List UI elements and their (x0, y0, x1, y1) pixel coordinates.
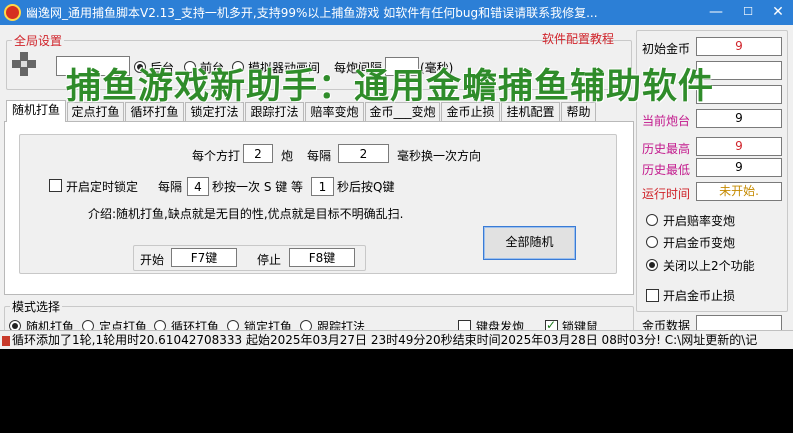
timer-lock-checkbox[interactable] (49, 179, 62, 192)
current-cannon-value: 9 (696, 109, 782, 128)
mode-radio-random[interactable] (9, 320, 21, 330)
s-key-interval-input[interactable]: 4 (187, 177, 209, 196)
all-random-button[interactable]: 全部随机 (483, 226, 576, 260)
mode-select-title: 模式选择 (10, 298, 63, 315)
mode-radio-loop[interactable] (154, 320, 166, 330)
shots-unit-label: 炮 (281, 149, 294, 163)
mode-label-random: 随机打鱼 (26, 320, 75, 330)
tab-random-fishing[interactable]: 随机打鱼 (6, 100, 66, 122)
maximize-button[interactable]: ☐ (733, 0, 763, 25)
lock-input-checkbox[interactable] (545, 318, 558, 330)
minimize-button[interactable]: — (701, 0, 731, 25)
mode-radio-lock[interactable] (227, 320, 239, 330)
title-bar[interactable]: 幽逸网_通用捕鱼脚本V2.13_支持一机多开,支持99%以上捕鱼游戏 如软件有任… (0, 0, 793, 25)
mode-label-track: 跟踪打法 (317, 320, 366, 330)
start-hotkey-field[interactable]: F7键 (171, 248, 237, 267)
mode-radio-track[interactable] (300, 320, 312, 330)
runtime-value: 未开始. (696, 182, 782, 201)
config-tutorial-link[interactable]: 软件配置教程 (542, 30, 614, 47)
every-label: 每隔 (307, 149, 332, 163)
keyboard-cannon-checkbox[interactable] (458, 320, 471, 330)
status-icon (2, 335, 10, 346)
status-bar: 循环添加了1轮,1轮用时20.61042708333 起始2025年03月27日… (0, 330, 793, 349)
press-q-label: 秒后按Q键 (337, 180, 395, 194)
gamepad-icon (12, 52, 36, 76)
mode-label-fixed: 定点打鱼 (99, 320, 148, 330)
main-window: 幽逸网_通用捕鱼脚本V2.13_支持一机多开,支持99%以上捕鱼游戏 如软件有任… (0, 0, 793, 330)
timer-lock-label: 开启定时锁定 (66, 180, 139, 194)
shots-per-direction-input[interactable]: 2 (243, 144, 273, 163)
mode-label-lock: 锁定打鱼 (244, 320, 293, 330)
stop-hotkey-field[interactable]: F8键 (289, 248, 355, 267)
app-logo-icon (4, 4, 21, 21)
random-description: 介绍:随机打鱼,缺点就是无目的性,优点就是目标不明确乱扫. (88, 207, 404, 221)
close-button[interactable]: ✕ (763, 0, 793, 25)
shots-prefix-label: 每个方打 (192, 149, 241, 163)
gold-stoploss-label: 开启金币止损 (663, 289, 736, 303)
history-low-label: 历史最低 (642, 163, 691, 177)
history-high-label: 历史最高 (642, 142, 691, 156)
current-cannon-label: 当前炮台 (642, 114, 691, 128)
runtime-label: 运行时间 (642, 187, 691, 201)
history-high-value: 9 (696, 137, 782, 156)
close-both-label: 关闭以上2个功能 (663, 259, 755, 273)
initial-gold-label: 初始金币 (642, 42, 691, 56)
history-low-value: 9 (696, 158, 782, 177)
q-key-wait-input[interactable]: 1 (311, 177, 334, 196)
gold-cannon-label: 开启金币变炮 (663, 236, 736, 250)
direction-interval-input[interactable]: 2 (338, 144, 389, 163)
press-s-label: 秒按一次 S 键 等 (212, 180, 304, 194)
gold-data-field (696, 315, 782, 330)
gold-cannon-radio[interactable] (646, 236, 658, 248)
overlay-banner: 捕鱼游戏新助手：通用金蟾捕鱼辅助软件 (66, 67, 715, 107)
global-settings-title: 全局设置 (12, 32, 65, 49)
lock-input-label: 锁键鼠 (562, 320, 599, 330)
mode-radio-fixed[interactable] (82, 320, 94, 330)
mode-label-loop: 循环打鱼 (171, 320, 220, 330)
every2-label: 每隔 (158, 180, 183, 194)
keyboard-cannon-label: 键盘发炮 (476, 320, 525, 330)
status-text: 循环添加了1轮,1轮用时20.61042708333 起始2025年03月27日… (12, 333, 758, 347)
start-hotkey-label: 开始 (140, 253, 165, 267)
stop-hotkey-label: 停止 (257, 253, 282, 267)
initial-gold-value: 9 (696, 37, 782, 56)
odds-cannon-radio[interactable] (646, 214, 658, 226)
gold-stoploss-checkbox[interactable] (646, 289, 659, 302)
close-both-radio[interactable] (646, 259, 658, 271)
window-title: 幽逸网_通用捕鱼脚本V2.13_支持一机多开,支持99%以上捕鱼游戏 如软件有任… (26, 6, 598, 20)
direction-interval-suffix: 毫秒换一次方向 (397, 149, 482, 163)
gold-data-label: 金币数据 (642, 319, 691, 330)
odds-cannon-label: 开启赔率变炮 (663, 214, 736, 228)
